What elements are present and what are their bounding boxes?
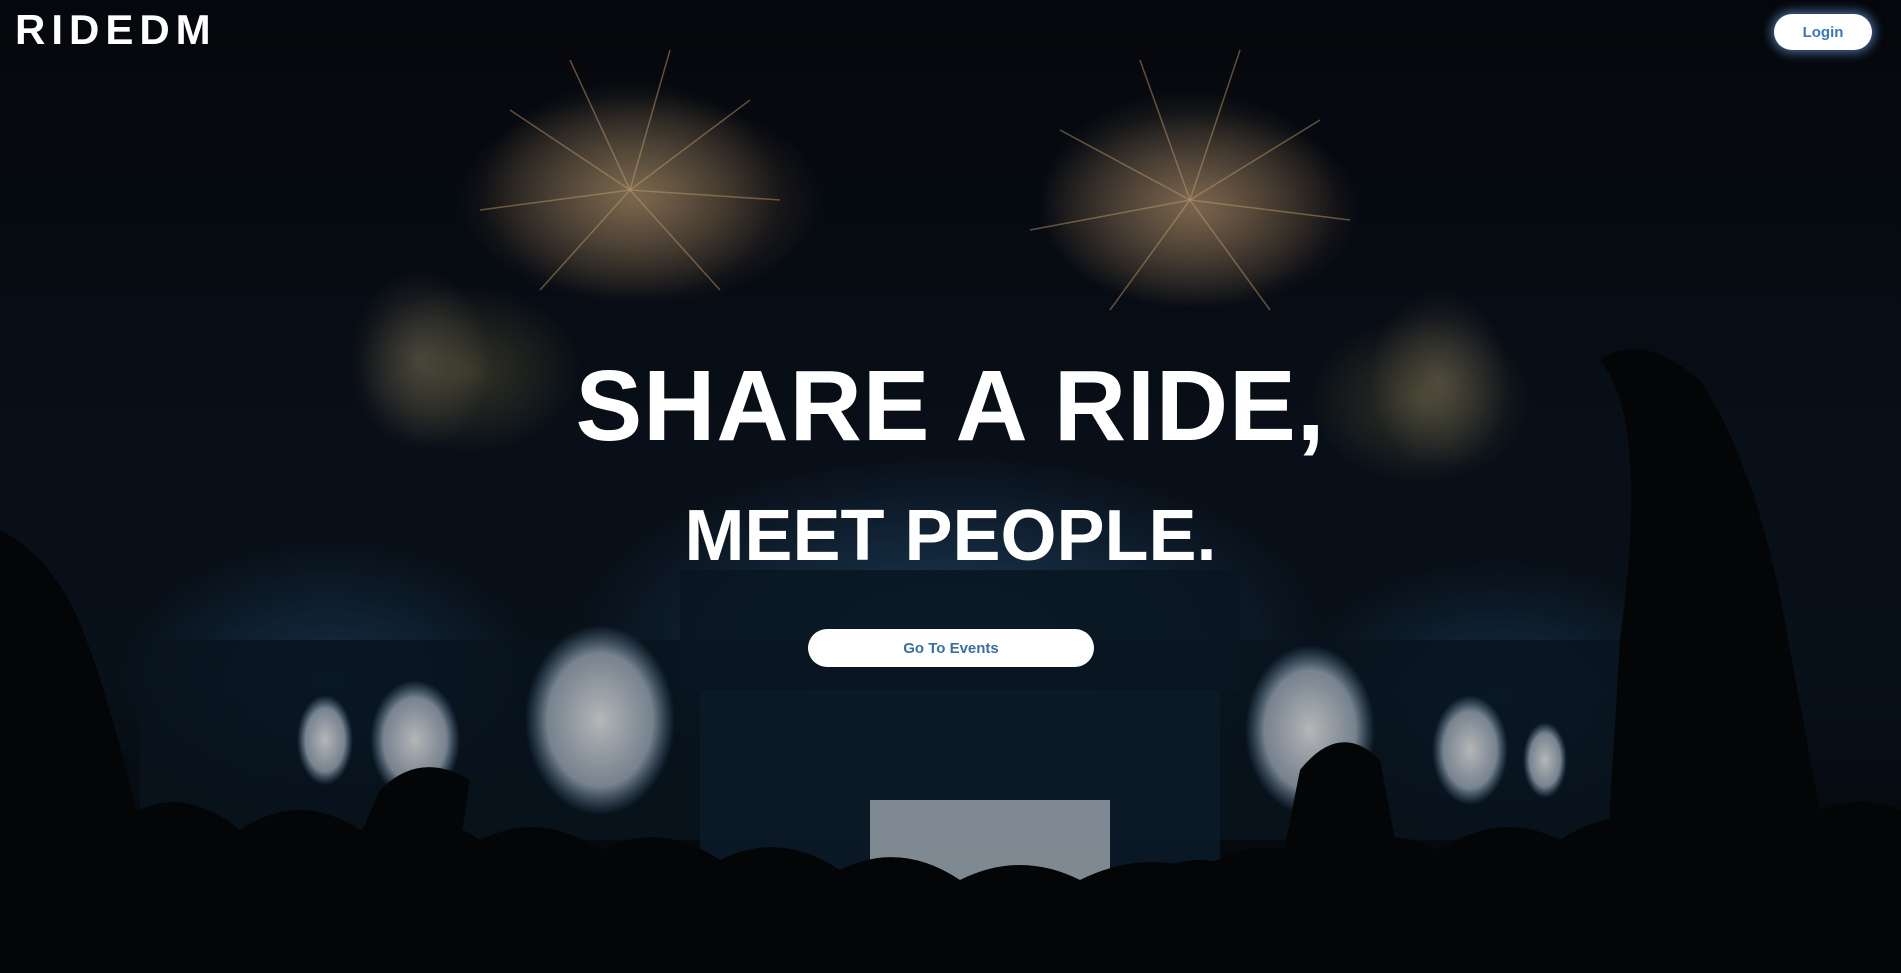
hero-section: RIDEDM Login SHARE A RIDE, MEET PEOPLE. … xyxy=(0,0,1901,973)
hero-headline-primary: SHARE A RIDE, xyxy=(575,350,1326,462)
hero-headline-secondary: MEET PEOPLE. xyxy=(684,496,1217,576)
concert-background-image xyxy=(0,0,1901,973)
login-button[interactable]: Login xyxy=(1774,14,1872,50)
brand-logo[interactable]: RIDEDM xyxy=(15,6,217,54)
go-to-events-button[interactable]: Go To Events xyxy=(808,629,1094,667)
